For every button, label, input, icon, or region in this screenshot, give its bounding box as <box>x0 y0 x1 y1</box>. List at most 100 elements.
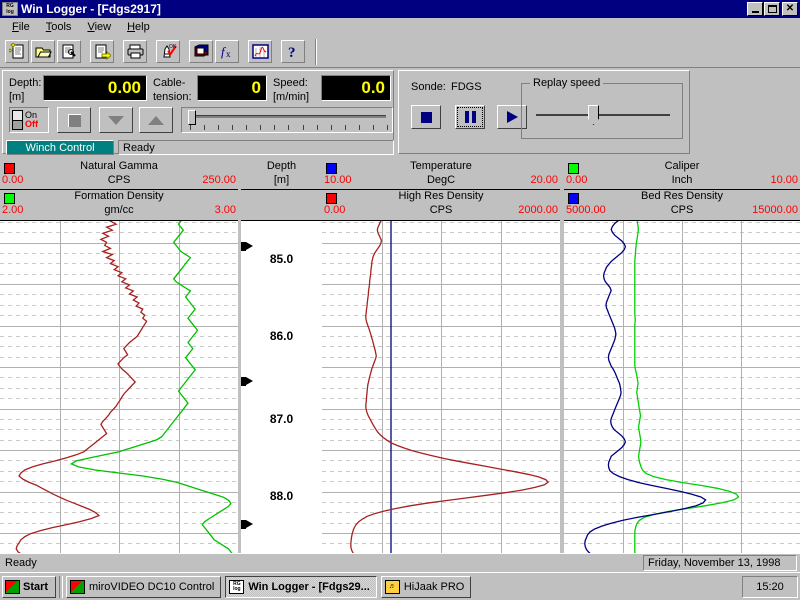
depth-marker-arrow-icon <box>241 520 253 529</box>
slider-ticks <box>190 125 388 131</box>
track-2-header: Temperature DegC 10.00 20.00 High Res De… <box>322 160 560 221</box>
new-log-icon[interactable] <box>5 40 29 63</box>
caliper-min: 0.00 <box>566 174 587 186</box>
menu-bar: File Tools View Help <box>0 18 800 36</box>
temperature-min: 10.00 <box>324 174 352 186</box>
windows-flag-icon <box>5 580 20 594</box>
svg-text:?: ? <box>288 45 296 60</box>
replay-pause-button[interactable] <box>455 105 485 129</box>
taskbar-item-mirovideo[interactable]: miroVIDEO DC10 Control <box>66 576 221 598</box>
slider-thumb[interactable] <box>188 110 196 125</box>
depth-readout: 0.00 <box>43 75 147 101</box>
close-button[interactable]: ✕ <box>782 2 798 16</box>
depth-label-line2: [m] <box>9 91 24 103</box>
replay-slider-track[interactable] <box>536 114 670 116</box>
winch-power-switch[interactable]: On Off <box>9 107 49 133</box>
depth-label: 88.0 <box>241 489 322 503</box>
speed-label-line2: [m/min] <box>273 91 309 103</box>
taskbar-separator <box>59 576 63 598</box>
depth-marker-arrow-icon <box>241 377 253 386</box>
temperature-unit: DegC <box>322 174 560 186</box>
curve-high-res-density <box>351 221 548 553</box>
taskbar-item-winlogger[interactable]: RGlog Win Logger - [Fdgs29... <box>225 576 377 598</box>
menu-help[interactable]: Help <box>119 20 158 34</box>
taskbar: Start miroVIDEO DC10 Control RGlog Win L… <box>0 572 800 600</box>
curve-caliper <box>635 221 739 553</box>
track-1-curve-1-header: Natural Gamma CPS 0.00 250.00 <box>0 160 238 190</box>
menu-file[interactable]: File <box>4 20 38 34</box>
chart-view-icon[interactable] <box>248 40 272 63</box>
status-message: Ready <box>2 555 643 571</box>
cable-tension-readout: 0 <box>197 75 267 101</box>
database-icon[interactable] <box>189 40 213 63</box>
winch-down-button[interactable] <box>99 107 133 133</box>
export-icon[interactable] <box>90 40 114 63</box>
track-2-plot[interactable] <box>322 221 560 553</box>
depth-header: Depth [m] <box>241 160 322 221</box>
winch-control-tab[interactable]: Winch Control <box>6 140 114 155</box>
sonde-value: FDGS <box>451 81 482 93</box>
formation-density-max: 3.00 <box>215 204 236 216</box>
track-3-header: Caliper Inch 0.00 10.00 Bed Res Density … <box>564 160 800 221</box>
replay-stop-button[interactable] <box>411 105 441 129</box>
track-2[interactable]: Temperature DegC 10.00 20.00 High Res De… <box>322 160 560 553</box>
depth-track[interactable]: Depth [m] 85.086.087.088.0 <box>241 160 322 553</box>
winch-up-button[interactable] <box>139 107 173 133</box>
hijaak-icon: ♬ <box>385 580 400 594</box>
menu-tools[interactable]: Tools <box>38 20 80 34</box>
window-title: Win Logger - [Fdgs2917] <box>21 2 746 16</box>
restore-button[interactable] <box>764 2 780 16</box>
clock-label: 15:20 <box>756 581 784 593</box>
depth-header-row-2 <box>241 190 322 220</box>
slider-track <box>190 115 386 118</box>
taskbar-item-winlogger-label: Win Logger - [Fdgs29... <box>248 581 370 593</box>
formation-density-min: 2.00 <box>2 204 23 216</box>
window-controls: ✕ <box>746 2 800 16</box>
replay-slider-thumb[interactable] <box>588 105 599 125</box>
switch-off-label: Off <box>25 120 38 129</box>
cable-tension-label-line1: Cable- <box>153 77 185 89</box>
sonde-label: Sonde: <box>411 81 446 93</box>
track-1-plot[interactable] <box>0 221 238 553</box>
stop-icon <box>421 112 432 123</box>
replay-control-panel: Sonde: FDGS Replay speed <box>398 70 690 154</box>
track-1[interactable]: Natural Gamma CPS 0.00 250.00 Formation … <box>0 160 238 553</box>
natural-gamma-max: 250.00 <box>202 174 236 186</box>
bed-res-density-min: 5000.00 <box>566 204 606 216</box>
track-3[interactable]: Caliper Inch 0.00 10.00 Bed Res Density … <box>564 160 800 553</box>
log-properties-icon[interactable] <box>57 40 81 63</box>
curve-bed-res-density <box>585 221 706 553</box>
stop-square-icon <box>68 114 81 127</box>
function-icon[interactable]: fx <box>215 40 239 63</box>
help-icon[interactable]: ? <box>281 40 305 63</box>
depth-label: 87.0 <box>241 412 322 426</box>
track-3-plot[interactable] <box>564 221 800 553</box>
replay-speed-title: Replay speed <box>530 77 603 89</box>
track-2-curve-1-header: Temperature DegC 10.00 20.00 <box>322 160 560 190</box>
caliper-unit: Inch <box>564 174 800 186</box>
app-icon: RGlog <box>2 2 18 16</box>
start-label: Start <box>23 581 48 593</box>
start-button[interactable]: Start <box>2 576 56 598</box>
calibration-icon[interactable]: OK <box>156 40 180 63</box>
menu-view[interactable]: View <box>79 20 119 34</box>
winch-status-text: Ready <box>118 140 394 155</box>
svg-text:x: x <box>226 49 231 59</box>
application-window: RGlog Win Logger - [Fdgs2917] ✕ File Too… <box>0 0 800 600</box>
track-1-curve-2-header: Formation Density gm/cc 2.00 3.00 <box>0 190 238 220</box>
depth-scale: 85.086.087.088.0 <box>241 221 322 553</box>
temperature-name: Temperature <box>322 160 560 172</box>
system-tray-clock[interactable]: 15:20 <box>742 576 798 598</box>
status-bar: Ready Friday, November 13, 1998 <box>0 553 800 572</box>
track-3-curve-2-header: Bed Res Density CPS 5000.00 15000.00 <box>564 190 800 220</box>
minimize-button[interactable] <box>747 2 763 16</box>
title-bar: RGlog Win Logger - [Fdgs2917] ✕ <box>0 0 800 18</box>
bed-res-density-name: Bed Res Density <box>564 190 800 202</box>
winch-stop-button[interactable] <box>57 107 91 133</box>
taskbar-item-hijaak[interactable]: ♬ HiJaak PRO <box>381 576 472 598</box>
open-log-icon[interactable] <box>31 40 55 63</box>
pause-icon <box>465 111 476 123</box>
caliper-max: 10.00 <box>770 174 798 186</box>
winch-speed-slider[interactable] <box>181 107 393 133</box>
print-icon[interactable] <box>123 40 147 63</box>
